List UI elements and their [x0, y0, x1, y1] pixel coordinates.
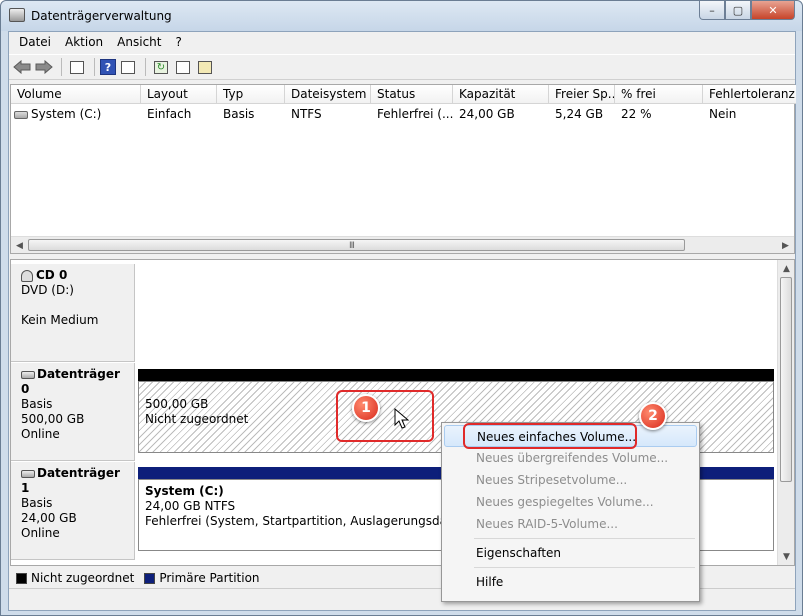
menu-aktion[interactable]: Aktion [58, 32, 110, 53]
toolbar-separator [145, 58, 146, 76]
disk-type: Basis [21, 496, 53, 510]
disk-status: Online [21, 427, 60, 441]
disk-status: Kein Medium [21, 313, 99, 327]
column-header-fehlertoleranz[interactable]: Fehlertoleranz [703, 85, 796, 104]
cell-volume-text: System (C:) [31, 107, 102, 121]
step-badge-2: 2 [639, 402, 667, 430]
cell-typ: Basis [223, 107, 255, 121]
close-button[interactable]: ✕ [751, 1, 795, 20]
partition-size: 500,00 GB [145, 397, 209, 411]
column-header-volume[interactable]: Volume [11, 85, 141, 104]
title-bar[interactable]: Datenträgerverwaltung – ▢ ✕ [1, 1, 802, 31]
cd0-area [135, 264, 779, 362]
cell-freier-speicher: 5,24 GB [555, 107, 604, 121]
forward-arrow-icon[interactable] [34, 57, 54, 77]
scroll-right-icon[interactable]: ▶ [777, 237, 794, 254]
disk-name: Datenträger 0 [21, 367, 120, 396]
column-header-freier-speicher[interactable]: Freier Sp... [549, 85, 615, 104]
scroll-down-icon[interactable]: ▼ [778, 548, 794, 565]
context-menu: Neues einfaches Volume... Neues übergrei… [441, 422, 700, 602]
column-header-prozent-frei[interactable]: % frei [615, 85, 703, 104]
hard-disk-icon [21, 370, 35, 379]
cell-prozent-frei: 22 % [621, 107, 652, 121]
legend-swatch [144, 572, 156, 584]
disk-size: 500,00 GB [21, 412, 85, 426]
toolbar: ? ↻ [9, 54, 795, 80]
legend-swatch [16, 572, 27, 584]
window-title: Datenträgerverwaltung [31, 9, 172, 23]
menu-item-hilfe[interactable]: Hilfe [444, 571, 697, 593]
window-controls: – ▢ ✕ [699, 1, 795, 21]
legend-item: Nicht zugeordnet [16, 571, 134, 585]
disk-size: 24,00 GB [21, 511, 77, 525]
menu-ansicht[interactable]: Ansicht [110, 32, 168, 53]
console-tree-icon[interactable] [67, 57, 87, 77]
menu-separator [474, 567, 695, 568]
menu-help[interactable]: ? [168, 32, 188, 53]
drive-icon [14, 110, 28, 119]
disk-size [21, 298, 124, 313]
column-header-dateisystem[interactable]: Dateisystem [285, 85, 371, 104]
cd-drive-icon [21, 269, 33, 282]
legend-label: Nicht zugeordnet [31, 571, 135, 585]
annotation-highlight-box [463, 423, 637, 449]
column-header-typ[interactable]: Typ [217, 85, 285, 104]
help-icon[interactable]: ? [100, 59, 116, 75]
disk-type: Basis [21, 397, 53, 411]
disk-rescan-icon[interactable] [195, 57, 215, 77]
hard-disk-icon [21, 469, 35, 478]
volume-list-header: Volume Layout Typ Dateisystem Status Kap… [11, 85, 796, 104]
horizontal-scrollbar[interactable]: ◀ III ▶ [11, 236, 794, 253]
disk-type: DVD (D:) [21, 283, 74, 297]
menu-separator [474, 538, 695, 539]
menu-item-neues-uebergreifendes-volume[interactable]: Neues übergreifendes Volume... [444, 447, 697, 469]
disk-name: Datenträger 1 [21, 466, 120, 495]
back-arrow-icon[interactable] [12, 57, 32, 77]
cell-dateisystem: NTFS [291, 107, 322, 121]
properties-icon[interactable] [173, 57, 193, 77]
menu-item-neues-raid5-volume[interactable]: Neues RAID-5-Volume... [444, 513, 697, 535]
mouse-cursor-icon [394, 408, 410, 429]
cell-status: Fehlerfrei (... [377, 107, 453, 121]
cell-fehlertoleranz: Nein [709, 107, 737, 121]
disk-label-disk1[interactable]: Datenträger 1 Basis 24,00 GB Online [11, 462, 135, 560]
disk-management-app-icon [9, 8, 25, 22]
vertical-scroll-thumb[interactable] [780, 277, 792, 482]
vertical-scrollbar[interactable]: ▲ ▼ [777, 260, 794, 565]
legend-label: Primäre Partition [159, 571, 260, 585]
menu-datei[interactable]: Datei [12, 32, 58, 53]
column-header-kapazitaet[interactable]: Kapazität [453, 85, 549, 104]
disk-label-disk0[interactable]: Datenträger 0 Basis 500,00 GB Online [11, 363, 135, 461]
step-badge-1: 1 [352, 394, 380, 422]
properties-view-icon[interactable] [118, 57, 138, 77]
refresh-icon[interactable]: ↻ [151, 57, 171, 77]
scroll-up-icon[interactable]: ▲ [778, 260, 794, 277]
disk-label-cd0[interactable]: CD 0 DVD (D:) Kein Medium [11, 264, 135, 362]
toolbar-separator [61, 58, 62, 76]
column-header-layout[interactable]: Layout [141, 85, 217, 104]
scroll-left-icon[interactable]: ◀ [11, 237, 28, 254]
cell-volume: System (C:) [11, 106, 141, 124]
horizontal-scroll-thumb[interactable]: III [28, 239, 685, 251]
cell-kapazitaet: 24,00 GB [459, 107, 515, 121]
annotation-highlight-box [336, 390, 434, 442]
table-row[interactable]: System (C:) Einfach Basis NTFS Fehlerfre… [11, 106, 796, 124]
volume-list: Volume Layout Typ Dateisystem Status Kap… [10, 84, 796, 254]
disk-status: Online [21, 526, 60, 540]
toolbar-separator [94, 58, 95, 76]
menu-bar: Datei Aktion Ansicht ? [9, 32, 795, 53]
cell-layout: Einfach [147, 107, 192, 121]
menu-item-neues-stripesetvolume[interactable]: Neues Stripesetvolume... [444, 469, 697, 491]
minimize-button[interactable]: – [699, 1, 725, 20]
legend-item: Primäre Partition [144, 571, 260, 585]
menu-item-eigenschaften[interactable]: Eigenschaften [444, 542, 697, 564]
menu-item-neues-gespiegeltes-volume[interactable]: Neues gespiegeltes Volume... [444, 491, 697, 513]
maximize-button[interactable]: ▢ [725, 1, 751, 20]
disk-name: CD 0 [36, 268, 68, 282]
partition-header [138, 369, 774, 381]
column-header-status[interactable]: Status [371, 85, 453, 104]
scroll-grip: III [349, 241, 355, 251]
